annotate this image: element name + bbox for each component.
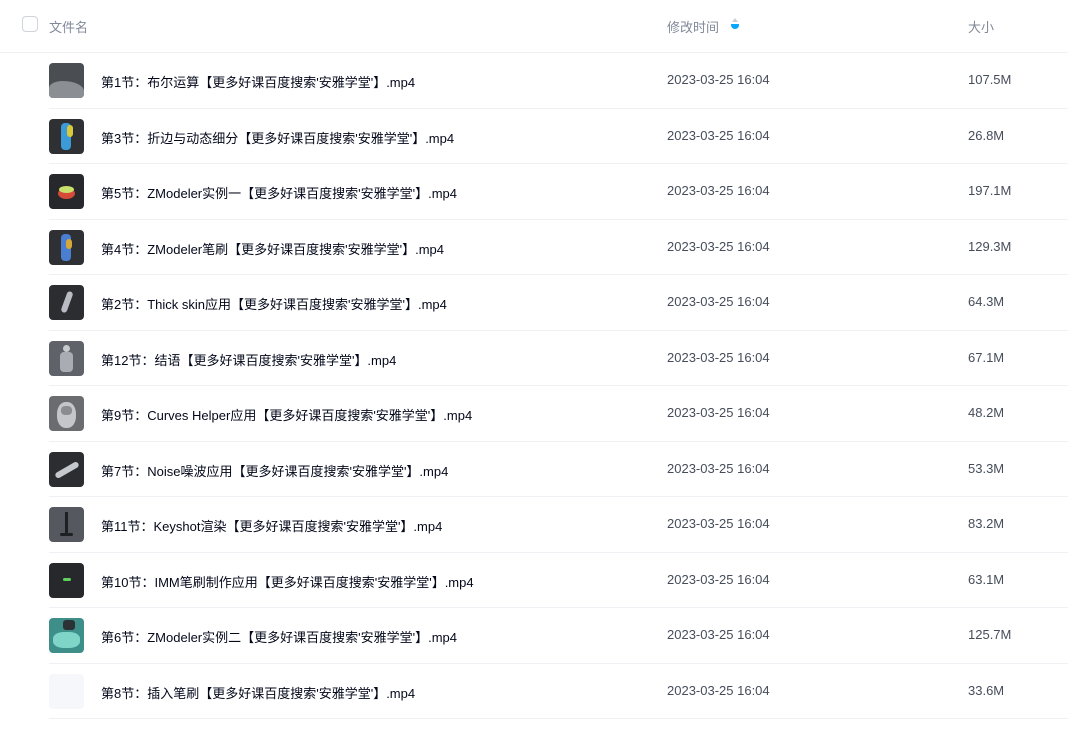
file-row[interactable]: 第3节：折边与动态细分【更多好课百度搜索'安雅学堂'】.mp4 2023-03-… [49, 109, 1068, 164]
file-modified-time: 2023-03-25 16:04 [667, 349, 770, 365]
file-name[interactable]: 第5节：ZModeler实例一【更多好课百度搜索'安雅学堂'】.mp4 [101, 183, 457, 202]
file-list-header: 文件名 修改时间 大小 [0, 0, 1068, 53]
file-modified-time: 2023-03-25 16:04 [667, 72, 770, 87]
file-name[interactable]: 第1节：布尔运算【更多好课百度搜索'安雅学堂'】.mp4 [101, 72, 415, 91]
select-all-checkbox[interactable] [22, 16, 38, 32]
file-modified-time: 2023-03-25 16:04 [667, 238, 770, 254]
video-thumbnail [49, 229, 84, 265]
file-name[interactable]: 第3节：折边与动态细分【更多好课百度搜索'安雅学堂'】.mp4 [101, 128, 454, 147]
file-row[interactable]: 第2节：Thick skin应用【更多好课百度搜索'安雅学堂'】.mp4 202… [49, 275, 1068, 331]
video-thumbnail [49, 451, 84, 487]
column-header-modified-time[interactable]: 修改时间 [667, 17, 719, 36]
file-modified-time: 2023-03-25 16:04 [667, 405, 770, 420]
file-row[interactable]: 第4节：ZModeler笔刷【更多好课百度搜索'安雅学堂'】.mp4 2023-… [49, 220, 1068, 275]
file-modified-time: 2023-03-25 16:04 [667, 294, 770, 309]
file-modified-time: 2023-03-25 16:04 [667, 571, 770, 587]
video-thumbnail [49, 562, 84, 598]
video-thumbnail [49, 340, 84, 376]
file-row[interactable]: 第8节：插入笔刷【更多好课百度搜索'安雅学堂'】.mp4 2023-03-25 … [49, 664, 1068, 719]
file-name[interactable]: 第7节：Noise噪波应用【更多好课百度搜索'安雅学堂'】.mp4 [101, 461, 448, 480]
file-size: 129.3M [968, 238, 1012, 254]
file-row[interactable]: 第9节：Curves Helper应用【更多好课百度搜索'安雅学堂'】.mp4 … [49, 386, 1068, 442]
file-name[interactable]: 第9节：Curves Helper应用【更多好课百度搜索'安雅学堂'】.mp4 [101, 405, 472, 424]
file-size: 125.7M [968, 627, 1012, 642]
file-modified-time: 2023-03-25 16:04 [667, 682, 770, 698]
file-size: 33.6M [968, 682, 1005, 698]
video-thumbnail [49, 507, 84, 542]
file-size: 67.1M [968, 349, 1005, 365]
file-row[interactable]: 第11节：Keyshot渲染【更多好课百度搜索'安雅学堂'】.mp4 2023-… [49, 497, 1068, 553]
file-row[interactable]: 第1节：布尔运算【更多好课百度搜索'安雅学堂'】.mp4 2023-03-25 … [49, 53, 1068, 109]
file-name[interactable]: 第12节：结语【更多好课百度搜索'安雅学堂'】.mp4 [101, 350, 396, 369]
video-thumbnail [49, 285, 84, 320]
file-row[interactable]: 第7节：Noise噪波应用【更多好课百度搜索'安雅学堂'】.mp4 2023-0… [49, 442, 1068, 497]
file-size: 197.1M [968, 183, 1012, 198]
sort-descending-icon[interactable] [730, 17, 740, 33]
file-size: 64.3M [968, 294, 1005, 309]
video-thumbnail [49, 396, 84, 431]
file-name[interactable]: 第4节：ZModeler笔刷【更多好课百度搜索'安雅学堂'】.mp4 [101, 239, 444, 258]
file-size: 26.8M [968, 127, 1005, 143]
video-thumbnail [49, 63, 84, 98]
video-thumbnail [49, 673, 84, 709]
file-name[interactable]: 第10节：IMM笔刷制作应用【更多好课百度搜索'安雅学堂'】.mp4 [101, 572, 474, 591]
video-thumbnail [49, 174, 84, 209]
file-size: 53.3M [968, 460, 1005, 476]
file-row[interactable]: 第10节：IMM笔刷制作应用【更多好课百度搜索'安雅学堂'】.mp4 2023-… [49, 553, 1068, 608]
file-name[interactable]: 第2节：Thick skin应用【更多好课百度搜索'安雅学堂'】.mp4 [101, 294, 447, 313]
file-modified-time: 2023-03-25 16:04 [667, 127, 770, 143]
file-row[interactable]: 第5节：ZModeler实例一【更多好课百度搜索'安雅学堂'】.mp4 2023… [49, 164, 1068, 220]
file-size: 48.2M [968, 405, 1005, 420]
file-size: 63.1M [968, 571, 1005, 587]
video-thumbnail [49, 618, 84, 653]
column-header-size[interactable]: 大小 [968, 17, 994, 36]
video-thumbnail [49, 118, 84, 154]
file-row[interactable]: 第12节：结语【更多好课百度搜索'安雅学堂'】.mp4 2023-03-25 1… [49, 331, 1068, 386]
file-modified-time: 2023-03-25 16:04 [667, 460, 770, 476]
file-modified-time: 2023-03-25 16:04 [667, 183, 770, 198]
file-name[interactable]: 第8节：插入笔刷【更多好课百度搜索'安雅学堂'】.mp4 [101, 683, 415, 702]
file-name[interactable]: 第6节：ZModeler实例二【更多好课百度搜索'安雅学堂'】.mp4 [101, 627, 457, 646]
file-modified-time: 2023-03-25 16:04 [667, 627, 770, 642]
file-modified-time: 2023-03-25 16:04 [667, 516, 770, 531]
column-header-name[interactable]: 文件名 [49, 17, 88, 36]
file-size: 107.5M [968, 72, 1012, 87]
file-size: 83.2M [968, 516, 1005, 531]
file-list: 第1节：布尔运算【更多好课百度搜索'安雅学堂'】.mp4 2023-03-25 … [0, 53, 1068, 719]
file-row[interactable]: 第6节：ZModeler实例二【更多好课百度搜索'安雅学堂'】.mp4 2023… [49, 608, 1068, 664]
file-name[interactable]: 第11节：Keyshot渲染【更多好课百度搜索'安雅学堂'】.mp4 [101, 516, 442, 535]
